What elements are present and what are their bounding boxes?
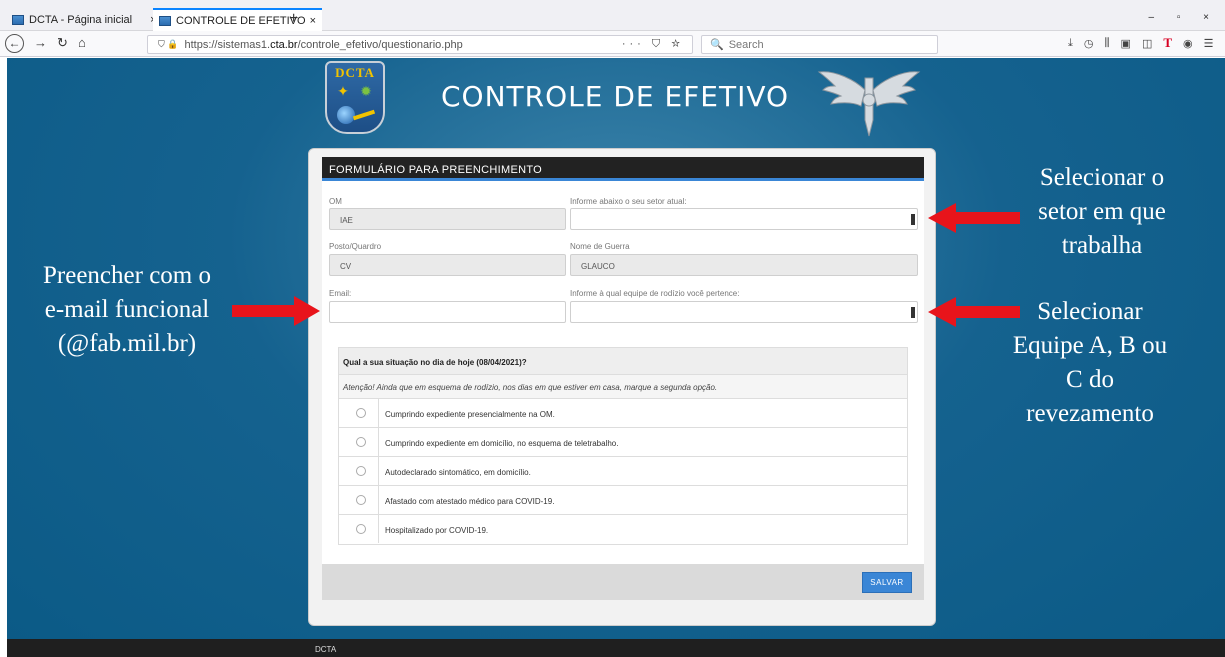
toolbar-icons: ⤓ ◷ ⫼ ▣ ◫ T ◉ ☰ xyxy=(1068,35,1214,51)
chevron-down-icon xyxy=(911,307,915,318)
url-bar[interactable]: ⛉ 🔒 https://sistemas1. cta.br/controle_ef… xyxy=(147,35,693,54)
search-placeholder: Search xyxy=(728,38,764,51)
form-actions-bar: SALVAR xyxy=(322,564,924,600)
option-label: Autodeclarado sintomático, em domicílio. xyxy=(385,468,531,477)
annotation-line: Selecionar xyxy=(1037,298,1143,325)
email-field[interactable] xyxy=(329,301,566,323)
favicon-icon xyxy=(159,15,171,26)
page-actions-icon[interactable]: ··· ⛉ ☆ xyxy=(622,38,684,51)
om-field: IAE xyxy=(329,208,566,230)
equipe-annotation: Selecionar Equipe A, B ou C do revezamen… xyxy=(985,295,1195,431)
annotation-line: Preencher com o xyxy=(43,262,211,289)
swoosh-icon xyxy=(352,109,376,121)
url-host: cta.br xyxy=(270,38,298,51)
footer-text: DCTA xyxy=(315,645,337,654)
om-label: OM xyxy=(329,197,342,206)
setor-annotation: Selecionar o setor em que trabalha xyxy=(1012,161,1192,263)
option-label: Cumprindo expediente presencialmente na … xyxy=(385,410,555,419)
extension-icon[interactable]: ▣ xyxy=(1121,37,1131,51)
form-card: FORMULÁRIO PARA PREENCHIMENTO OM IAE Inf… xyxy=(308,148,936,626)
situation-question: Qual a sua situação no dia de hoje (08/0… xyxy=(338,347,908,545)
annotation-line: revezamento xyxy=(1026,400,1154,427)
library-icon[interactable]: ⫼ xyxy=(1104,37,1109,51)
option-row[interactable]: Cumprindo expediente presencialmente na … xyxy=(339,399,907,428)
option-row[interactable]: Autodeclarado sintomático, em domicílio. xyxy=(339,457,907,486)
om-value: IAE xyxy=(340,216,353,225)
new-tab-button[interactable]: + xyxy=(289,10,298,28)
annotation-line: trabalha xyxy=(1061,232,1143,259)
question-note: Atenção! Ainda que em esquema de rodízio… xyxy=(339,375,907,399)
close-icon[interactable]: × xyxy=(310,15,316,27)
window-controls[interactable]: – ▫ × xyxy=(1148,12,1219,23)
radio-button[interactable] xyxy=(356,437,366,447)
posto-label: Posto/Quardro xyxy=(329,242,382,251)
chevron-down-icon xyxy=(911,214,915,225)
page-title: CONTROLE DE EFETIVO xyxy=(441,80,790,113)
reload-icon[interactable]: ↻ xyxy=(57,35,68,51)
page-footer: DCTA xyxy=(7,639,1225,657)
logo-text: DCTA xyxy=(335,65,375,80)
url-prefix: https://sistemas1. xyxy=(184,38,271,51)
equipe-label: Informe à qual equipe de rodízio você pe… xyxy=(570,289,740,298)
email-annotation: Preencher com o e-mail funcional (@fab.m… xyxy=(12,259,242,361)
radio-button[interactable] xyxy=(356,495,366,505)
annotation-line: (@fab.mil.br) xyxy=(57,330,197,357)
addon-icon[interactable]: ◉ xyxy=(1183,37,1193,51)
emblem-icon: ✦ xyxy=(337,83,349,99)
tab-label: CONTROLE DE EFETIVO xyxy=(176,14,306,27)
globe-icon xyxy=(337,106,355,124)
sidebar-icon[interactable]: ◫ xyxy=(1142,37,1152,51)
annotation-line: C do xyxy=(1066,366,1114,393)
annotation-line: Selecionar o xyxy=(1039,164,1165,191)
form-panel: FORMULÁRIO PARA PREENCHIMENTO OM IAE Inf… xyxy=(322,157,924,579)
tab-label: DCTA - Página inicial xyxy=(29,14,133,26)
arrow-left-icon xyxy=(928,203,1020,233)
menu-icon[interactable]: ☰ xyxy=(1204,37,1214,51)
gear-icon: ✹ xyxy=(360,83,372,99)
history-icon[interactable]: ◷ xyxy=(1084,37,1094,51)
option-row[interactable]: Cumprindo expediente em domicílio, no es… xyxy=(339,428,907,457)
search-input[interactable]: 🔍 Search xyxy=(701,35,938,54)
air-force-wings-icon xyxy=(817,71,921,137)
forward-icon[interactable]: → xyxy=(34,35,47,50)
option-label: Cumprindo expediente em domicílio, no es… xyxy=(385,439,619,448)
favicon-icon xyxy=(12,15,24,25)
browser-tab-bar: DCTA - Página inicial × CONTROLE DE EFET… xyxy=(0,0,1225,31)
translate-icon[interactable]: T xyxy=(1163,35,1172,51)
tab-dcta-home[interactable]: DCTA - Página inicial × xyxy=(6,10,163,30)
setor-select[interactable] xyxy=(570,208,918,230)
arrow-right-icon xyxy=(232,296,320,326)
option-row[interactable]: Hospitalizado por COVID-19. xyxy=(339,515,907,544)
form-heading: FORMULÁRIO PARA PREENCHIMENTO xyxy=(322,157,924,181)
download-icon[interactable]: ⤓ xyxy=(1068,37,1073,51)
option-label: Hospitalizado por COVID-19. xyxy=(385,526,489,535)
option-row[interactable]: Afastado com atestado médico para COVID-… xyxy=(339,486,907,515)
option-label: Afastado com atestado médico para COVID-… xyxy=(385,497,555,506)
dcta-logo: DCTA ✦ ✹ xyxy=(325,61,385,134)
annotation-line: e-mail funcional xyxy=(44,296,210,323)
shield-icon: ⛉ 🔒 xyxy=(158,39,179,49)
radio-button[interactable] xyxy=(356,466,366,476)
home-icon[interactable]: ⌂ xyxy=(78,35,86,50)
posto-value: CV xyxy=(340,262,352,271)
url-path: /controle_efetivo/questionario.php xyxy=(297,38,463,51)
radio-button[interactable] xyxy=(356,524,366,534)
email-label: Email: xyxy=(329,289,352,298)
search-icon: 🔍 xyxy=(710,39,724,51)
save-button[interactable]: SALVAR xyxy=(862,572,912,593)
annotation-line: Equipe A, B ou xyxy=(1012,332,1168,359)
browser-nav-bar: ← → ↻ ⌂ ⛉ 🔒 https://sistemas1. cta.br/con… xyxy=(0,31,1225,57)
nome-value: GLAUCO xyxy=(581,262,615,271)
radio-button[interactable] xyxy=(356,408,366,418)
posto-field: CV xyxy=(329,254,566,276)
back-icon[interactable]: ← xyxy=(5,34,24,53)
annotation-line: setor em que xyxy=(1038,198,1166,225)
setor-label: Informe abaixo o seu setor atual: xyxy=(570,197,687,206)
question-text: Qual a sua situação no dia de hoje (08/0… xyxy=(339,348,907,375)
nome-field: GLAUCO xyxy=(570,254,918,276)
nome-label: Nome de Guerra xyxy=(570,242,630,251)
equipe-select[interactable] xyxy=(570,301,918,323)
